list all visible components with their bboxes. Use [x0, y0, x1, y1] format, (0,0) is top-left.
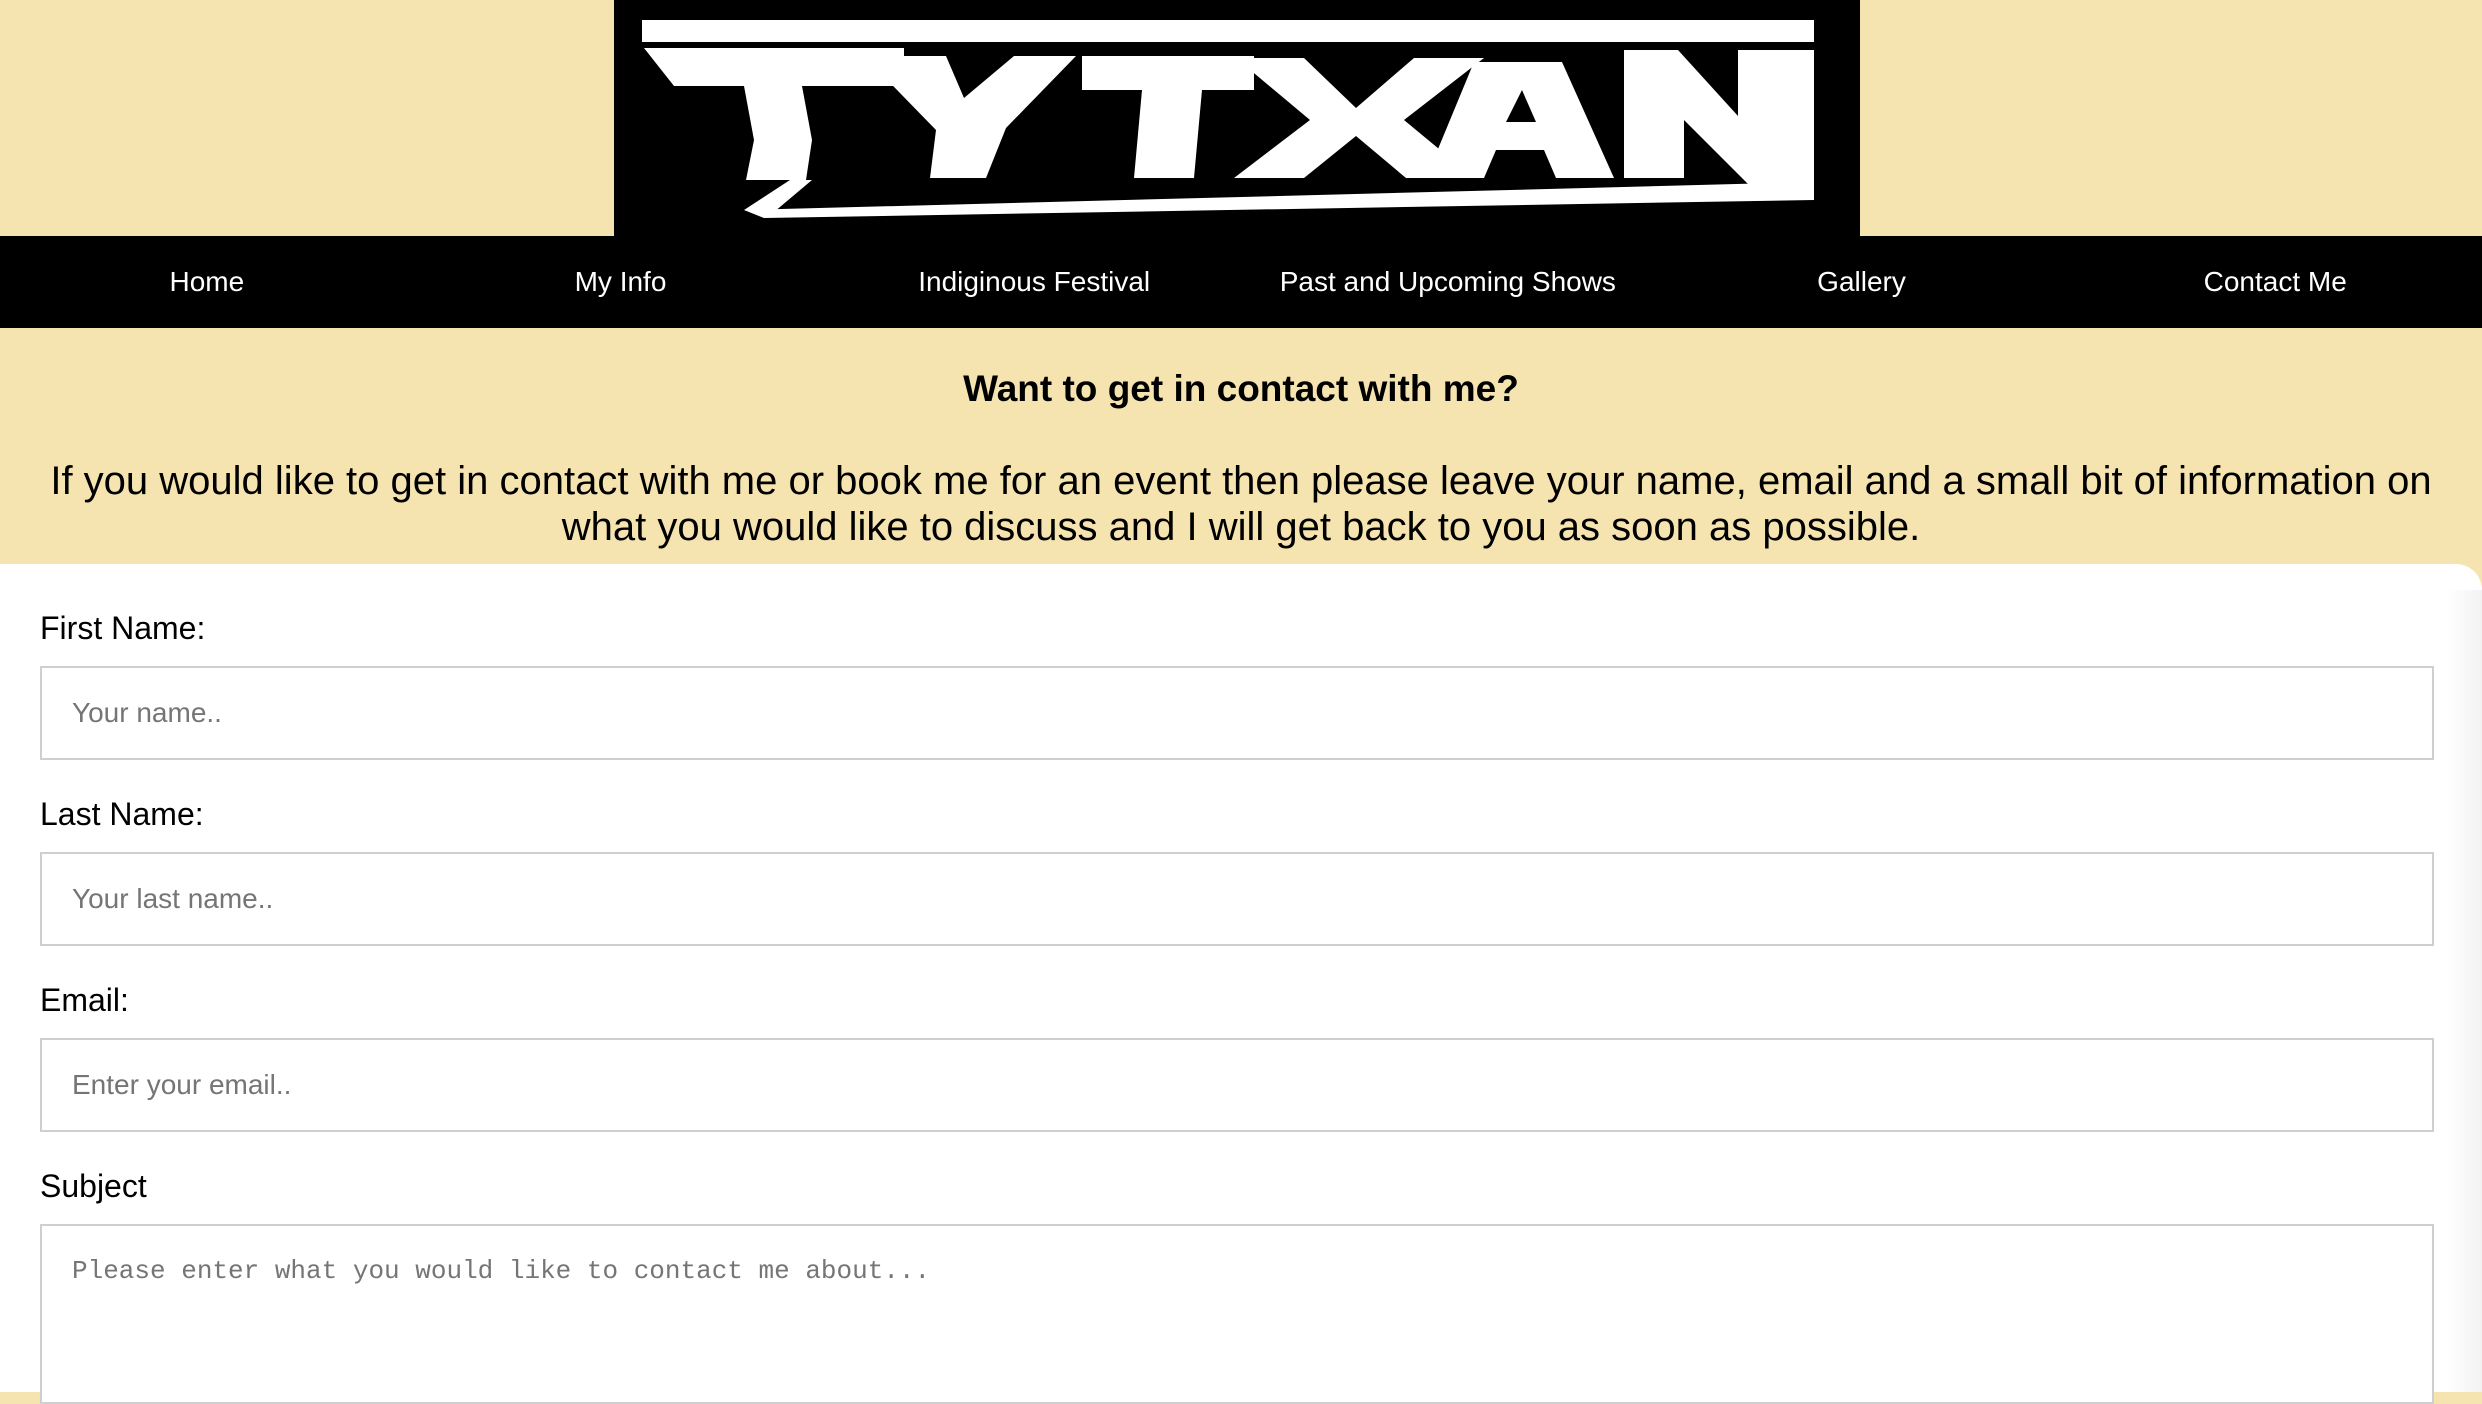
- nav-item-gallery[interactable]: Gallery: [1655, 236, 2069, 328]
- first-name-label: First Name:: [40, 610, 206, 646]
- page-heading: Want to get in contact with me?: [963, 368, 1519, 409]
- nav-item-shows[interactable]: Past and Upcoming Shows: [1241, 236, 1655, 328]
- nav-item-contact-me[interactable]: Contact Me: [2068, 236, 2482, 328]
- nav-item-my-info[interactable]: My Info: [414, 236, 828, 328]
- site-logo[interactable]: [614, 0, 1860, 236]
- site-header: [0, 0, 2482, 236]
- contact-form: First Name: Last Name: Email: Subject: [0, 564, 2482, 1404]
- email-label: Email:: [40, 982, 129, 1018]
- logo-graphic: [642, 20, 1814, 218]
- email-input[interactable]: [40, 1038, 2434, 1132]
- nav-item-indiginous-festival[interactable]: Indiginous Festival: [827, 236, 1241, 328]
- subject-label: Subject: [40, 1168, 147, 1204]
- first-name-input[interactable]: [40, 666, 2434, 760]
- subject-textarea[interactable]: [40, 1224, 2434, 1404]
- intro-text: If you would like to get in contact with…: [50, 459, 2432, 549]
- last-name-label: Last Name:: [40, 796, 204, 832]
- contact-intro: Want to get in contact with me? If you w…: [0, 328, 2482, 564]
- last-name-input[interactable]: [40, 852, 2434, 946]
- main-nav: Home My Info Indiginous Festival Past an…: [0, 236, 2482, 328]
- nav-item-home[interactable]: Home: [0, 236, 414, 328]
